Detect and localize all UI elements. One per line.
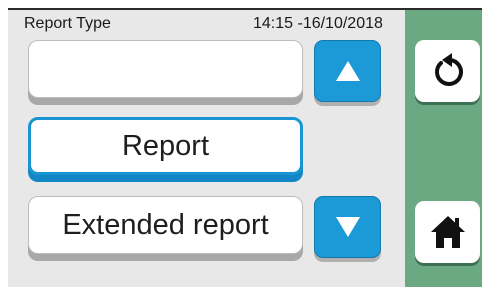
list-item-report[interactable]: Report: [28, 117, 303, 175]
back-button[interactable]: [415, 40, 480, 102]
list-item-empty[interactable]: [28, 40, 303, 98]
home-icon: [430, 216, 465, 248]
home-button[interactable]: [415, 201, 480, 263]
scroll-up-button[interactable]: [314, 40, 381, 102]
arrow-up-icon: [335, 61, 360, 81]
page-title: Report Type: [24, 15, 111, 32]
arrow-down-icon: [335, 217, 360, 237]
list-item-extended-report[interactable]: Extended report: [28, 196, 303, 254]
scroll-down-button[interactable]: [314, 196, 381, 258]
undo-icon: [434, 53, 463, 86]
device-screen: Report Type 14:15 -16/10/2018 Report Ext…: [8, 8, 482, 287]
date-time: 14:15 -16/10/2018: [253, 15, 383, 32]
